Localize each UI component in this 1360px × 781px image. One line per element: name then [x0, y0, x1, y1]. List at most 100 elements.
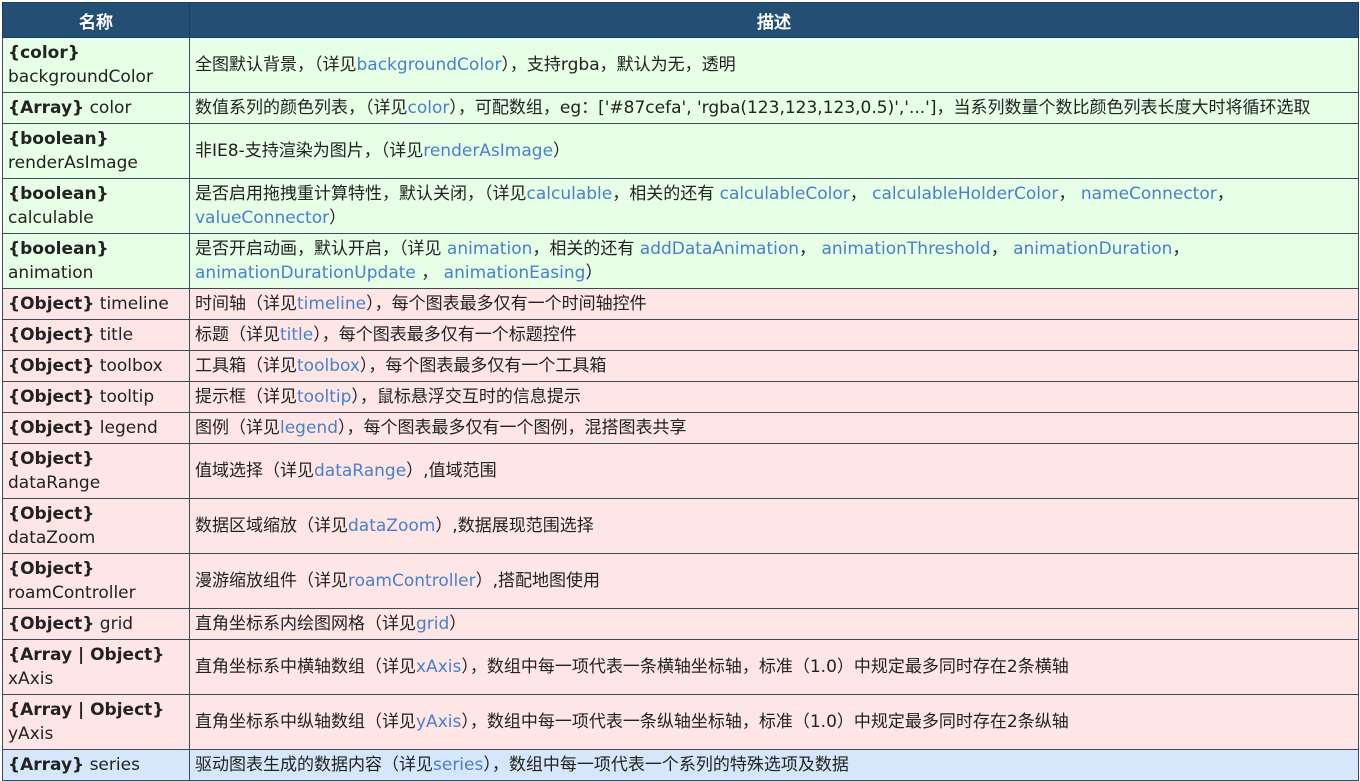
option-description-cell: 直角坐标系中横轴数组（详见xAxis），数组中每一项代表一条横轴坐标轴，标准（1…: [189, 639, 1359, 695]
option-description-cell: 时间轴（详见timeline），每个图表最多仅有一个时间轴控件: [189, 288, 1359, 320]
option-description-cell: 全图默认背景，（详见backgroundColor），支持rgba，默认为无，透…: [189, 37, 1359, 93]
option-name: xAxis: [8, 669, 54, 689]
description-text: 是否开启动画，默认开启，（详见: [195, 239, 447, 259]
doc-link[interactable]: renderAsImage: [423, 141, 553, 161]
description-text: 直角坐标系内绘图网格（详见: [195, 614, 416, 634]
description-text: 直角坐标系中横轴数组（详见: [195, 657, 416, 677]
doc-link[interactable]: animationEasing: [444, 263, 586, 283]
option-type: {Array | Object}: [8, 700, 165, 720]
option-type: {boolean}: [8, 184, 109, 204]
option-description-cell: 直角坐标系中纵轴数组（详见yAxis），数组中每一项代表一条纵轴坐标轴，标准（1…: [189, 694, 1359, 750]
option-name-cell: {Object} grid: [2, 608, 190, 640]
description-text: 非IE8-支持渲染为图片，（详见: [195, 141, 424, 161]
option-description-cell: 是否启用拖拽重计算特性，默认关闭，（详见calculable，相关的还有 cal…: [189, 178, 1359, 234]
description-text: ，: [849, 184, 873, 204]
doc-link[interactable]: title: [280, 325, 313, 345]
doc-link[interactable]: yAxis: [416, 712, 461, 732]
table-row: {Object} roamController 漫游缩放组件（详见roamContr…: [2, 553, 1359, 609]
description-text: 驱动图表生成的数据内容（详见: [195, 755, 433, 775]
description-text: ，: [990, 239, 1014, 259]
option-name: dataZoom: [8, 528, 96, 548]
option-name: yAxis: [8, 724, 54, 744]
option-type: {Object}: [8, 325, 95, 345]
doc-link[interactable]: toolbox: [297, 356, 360, 376]
description-text: ，: [1216, 184, 1234, 204]
table-row: {Array | Object} xAxis 直角坐标系中横轴数组（详见xAxis）…: [2, 639, 1359, 695]
option-name-cell: {Object} title: [2, 319, 190, 351]
table-row: {Object} toolbox 工具箱（详见toolbox），每个图表最多仅有一…: [2, 350, 1359, 382]
doc-link[interactable]: xAxis: [416, 657, 461, 677]
description-text: 值域选择（详见: [195, 461, 314, 481]
doc-link[interactable]: timeline: [297, 294, 366, 314]
option-name-cell: {Array} color: [2, 92, 190, 124]
option-type: {Object}: [8, 504, 95, 524]
option-type: {Array}: [8, 98, 85, 118]
option-name: calculable: [8, 208, 94, 228]
option-name: dataRange: [8, 473, 101, 493]
description-text: ，: [799, 239, 822, 259]
description-text: ），数组中每一项代表一个系列的特殊选项及数据: [483, 755, 849, 775]
option-name: tooltip: [99, 387, 155, 407]
options-table-container: 名称 描述 {color} backgroundColor 全图默认背景，（详见ba…: [2, 2, 1359, 781]
doc-link[interactable]: color: [408, 98, 450, 118]
doc-link[interactable]: nameConnector: [1081, 184, 1217, 204]
option-name: grid: [99, 614, 134, 634]
option-name: legend: [99, 418, 158, 438]
option-type: {Object}: [8, 449, 95, 469]
header-name: 名称: [2, 2, 190, 38]
option-description-cell: 工具箱（详见toolbox），每个图表最多仅有一个工具箱: [189, 350, 1359, 382]
description-text: 工具箱（详见: [195, 356, 297, 376]
option-description-cell: 数值系列的颜色列表，（详见color），可配数组，eg：['#87cefa', …: [189, 92, 1359, 124]
table-row: {Object} legend 图例（详见legend），每个图表最多仅有一个图例…: [2, 412, 1359, 444]
header-desc: 描述: [189, 2, 1359, 38]
description-text: 数据区域缩放（详见: [195, 516, 348, 536]
doc-link[interactable]: animationThreshold: [821, 239, 990, 259]
option-type: {Object}: [8, 387, 95, 407]
doc-link[interactable]: calculableHolderColor: [872, 184, 1058, 204]
option-name: animation: [8, 263, 94, 283]
description-text: ），支持rgba，默认为无，透明: [501, 55, 736, 75]
description-text: ）: [449, 614, 467, 634]
option-description-cell: 图例（详见legend），每个图表最多仅有一个图例，混搭图表共享: [189, 412, 1359, 444]
doc-link[interactable]: grid: [416, 614, 449, 634]
table-row: {boolean} calculable 是否启用拖拽重计算特性，默认关闭，（详见…: [2, 178, 1359, 234]
option-description-cell: 数据区域缩放（详见dataZoom）,数据展现范围选择: [189, 498, 1359, 554]
description-text: 漫游缩放组件（详见: [195, 571, 348, 591]
option-name-cell: {Array} series: [2, 749, 190, 781]
doc-link[interactable]: roamController: [348, 571, 476, 591]
description-text: ），每个图表最多仅有一个时间轴控件: [366, 294, 647, 314]
description-text: 标题（详见: [195, 325, 280, 345]
doc-link[interactable]: dataZoom: [348, 516, 435, 536]
description-text: 提示框（详见: [195, 387, 297, 407]
doc-link[interactable]: tooltip: [297, 387, 351, 407]
doc-link[interactable]: animationDurationUpdate: [195, 263, 416, 283]
option-description-cell: 驱动图表生成的数据内容（详见series），数组中每一项代表一个系列的特殊选项及…: [189, 749, 1359, 781]
doc-link[interactable]: dataRange: [314, 461, 406, 481]
doc-link[interactable]: animation: [447, 239, 532, 259]
doc-link[interactable]: legend: [280, 418, 338, 438]
table-row: {Object} dataRange 值域选择（详见dataRange）,值域范围: [2, 443, 1359, 499]
description-text: ，: [1058, 184, 1081, 204]
description-text: ）: [329, 208, 347, 228]
doc-link[interactable]: backgroundColor: [357, 55, 502, 75]
option-description-cell: 是否开启动画，默认开启，（详见 animation，相关的还有 addDataA…: [189, 233, 1359, 289]
description-text: ），每个图表最多仅有一个工具箱: [359, 356, 607, 376]
doc-link[interactable]: calculable: [527, 184, 613, 204]
doc-link[interactable]: series: [433, 755, 483, 775]
description-text: ），可配数组，eg：['#87cefa', 'rgba(123,123,123,…: [449, 98, 1311, 118]
option-name-cell: {Array | Object} xAxis: [2, 639, 190, 695]
description-text: 数值系列的颜色列表，（详见: [195, 98, 408, 118]
table-row: {Object} title 标题（详见title），每个图表最多仅有一个标题控件: [2, 319, 1359, 351]
option-type: {Array}: [8, 755, 85, 775]
description-text: 图例（详见: [195, 418, 280, 438]
doc-link[interactable]: valueConnector: [195, 208, 329, 228]
option-type: {Object}: [8, 294, 95, 314]
doc-link[interactable]: addDataAnimation: [640, 239, 799, 259]
doc-link[interactable]: animationDuration: [1013, 239, 1172, 259]
description-text: ）,数据展现范围选择: [435, 516, 594, 536]
doc-link[interactable]: calculableColor: [720, 184, 850, 204]
option-name: timeline: [99, 294, 169, 314]
description-text: 是否启用拖拽重计算特性，默认关闭，（详见: [195, 184, 527, 204]
table-body: {color} backgroundColor 全图默认背景，（详见backgrou…: [2, 37, 1359, 781]
description-text: 时间轴（详见: [195, 294, 297, 314]
